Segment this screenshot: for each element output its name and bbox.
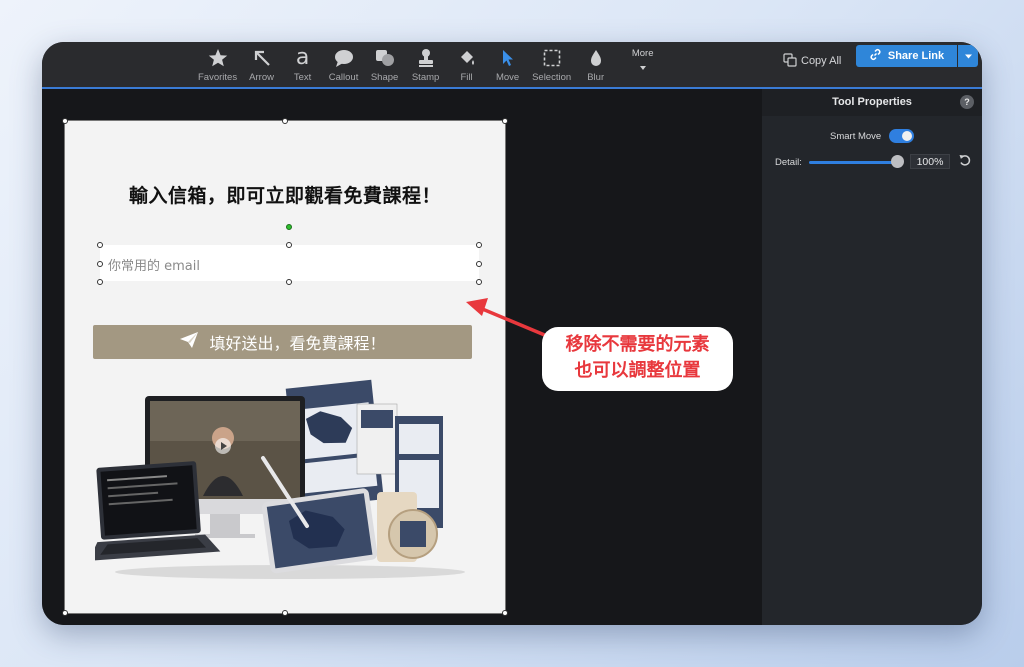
selection-handle[interactable] [502,118,508,124]
element-handle[interactable] [476,242,482,248]
copy-icon [783,52,797,70]
text-glyph: a [295,45,310,70]
stamp-icon [416,46,436,70]
selection-handle[interactable] [62,610,68,616]
tool-label: Selection [532,72,572,83]
star-icon [208,46,228,70]
element-handle[interactable] [97,279,103,285]
element-handle[interactable] [286,279,292,285]
element-handle[interactable] [476,261,482,267]
submit-button[interactable]: 填好送出，看免費課程！ [93,325,472,359]
callout-line: 移除不需要的元素 [565,334,710,355]
tool-group: Favorites Arrow a Text Callout Shape Sta… [194,46,663,86]
red-arrow-icon [466,298,549,338]
tool-text[interactable]: a Text [282,46,323,86]
tool-more[interactable]: More [622,46,663,86]
detail-slider-handle[interactable] [891,155,904,168]
tool-move[interactable]: Move [487,46,528,86]
move-icon [498,46,518,70]
toolbar: Favorites Arrow a Text Callout Shape Sta… [42,42,982,89]
detail-slider[interactable] [809,161,896,164]
canvas-area[interactable]: 輸入信箱，即可立即觀看免費課程！ 你常用的 email 填好送出，看免費課程！ [42,89,762,625]
reset-icon[interactable] [958,153,972,167]
chevron-down-icon [964,47,973,65]
tool-stamp[interactable]: Stamp [405,46,446,86]
element-handle[interactable] [97,242,103,248]
smart-move-label: Smart Move [830,131,882,142]
tool-label: Favorites [198,72,238,83]
selection-handle[interactable] [282,610,288,616]
rotation-handle[interactable] [286,224,292,230]
panel-header: Tool Properties ? [762,89,982,116]
share-dropdown-button[interactable] [958,45,978,67]
tool-label: Callout [328,72,359,83]
chevron-down-icon [638,59,648,77]
element-handle[interactable] [286,242,292,248]
paper-plane-icon [179,331,199,353]
page-title: 輸入信箱，即可立即觀看免費課程！ [128,185,441,207]
selection-handle[interactable] [62,118,68,124]
tool-label: Stamp [411,72,440,83]
tool-label: Shape [370,72,399,83]
callout-annotation[interactable]: 移除不需要的元素 也可以調整位置 [542,327,733,391]
email-field[interactable]: 你常用的 email [100,245,479,281]
submit-label: 填好送出，看免費課程！ [209,334,386,353]
course-product-image [95,379,465,579]
share-link-button[interactable]: Share Link [856,45,957,67]
tool-label: Text [293,72,312,83]
detail-label: Detail: [775,157,802,168]
link-icon [869,48,882,64]
tool-label: Move [495,72,520,83]
tool-blur[interactable]: Blur [575,46,616,86]
tool-favorites[interactable]: Favorites [194,46,241,86]
help-icon[interactable]: ? [960,95,974,109]
tool-selection[interactable]: Selection [528,46,575,86]
email-placeholder: 你常用的 email [108,259,200,274]
smart-move-toggle[interactable] [889,129,914,143]
arrow-icon [252,46,272,70]
tool-label: Fill [460,72,473,83]
callout-line: 也可以調整位置 [574,360,701,381]
share-link-label: Share Link [887,50,945,62]
fill-icon [457,46,477,70]
document-image[interactable]: 輸入信箱，即可立即觀看免費課程！ 你常用的 email 填好送出，看免費課程！ [62,118,508,616]
tool-properties-panel: Tool Properties ? Smart Move Detail: 100… [762,89,982,625]
app-window: Favorites Arrow a Text Callout Shape Sta… [42,42,982,625]
panel-title: Tool Properties [832,96,912,108]
blur-icon [586,46,606,70]
tool-shape[interactable]: Shape [364,46,405,86]
copy-all-button[interactable]: Copy All [783,50,841,72]
tool-arrow[interactable]: Arrow [241,46,282,86]
selection-handle[interactable] [502,610,508,616]
tool-callout[interactable]: Callout [323,46,364,86]
more-label: More [631,48,654,59]
detail-percent-field[interactable]: 100% [910,154,950,169]
tool-label: Arrow [249,72,274,83]
element-handle[interactable] [476,279,482,285]
text-icon: a [296,46,309,70]
tool-label: Blur [587,72,605,83]
toggle-knob [902,131,912,141]
callout-icon [333,46,355,70]
tool-fill[interactable]: Fill [446,46,487,86]
shape-icon [374,46,396,70]
copy-all-label: Copy All [801,55,842,67]
element-handle[interactable] [97,261,103,267]
selection-icon [542,46,562,70]
selection-handle[interactable] [282,118,288,124]
